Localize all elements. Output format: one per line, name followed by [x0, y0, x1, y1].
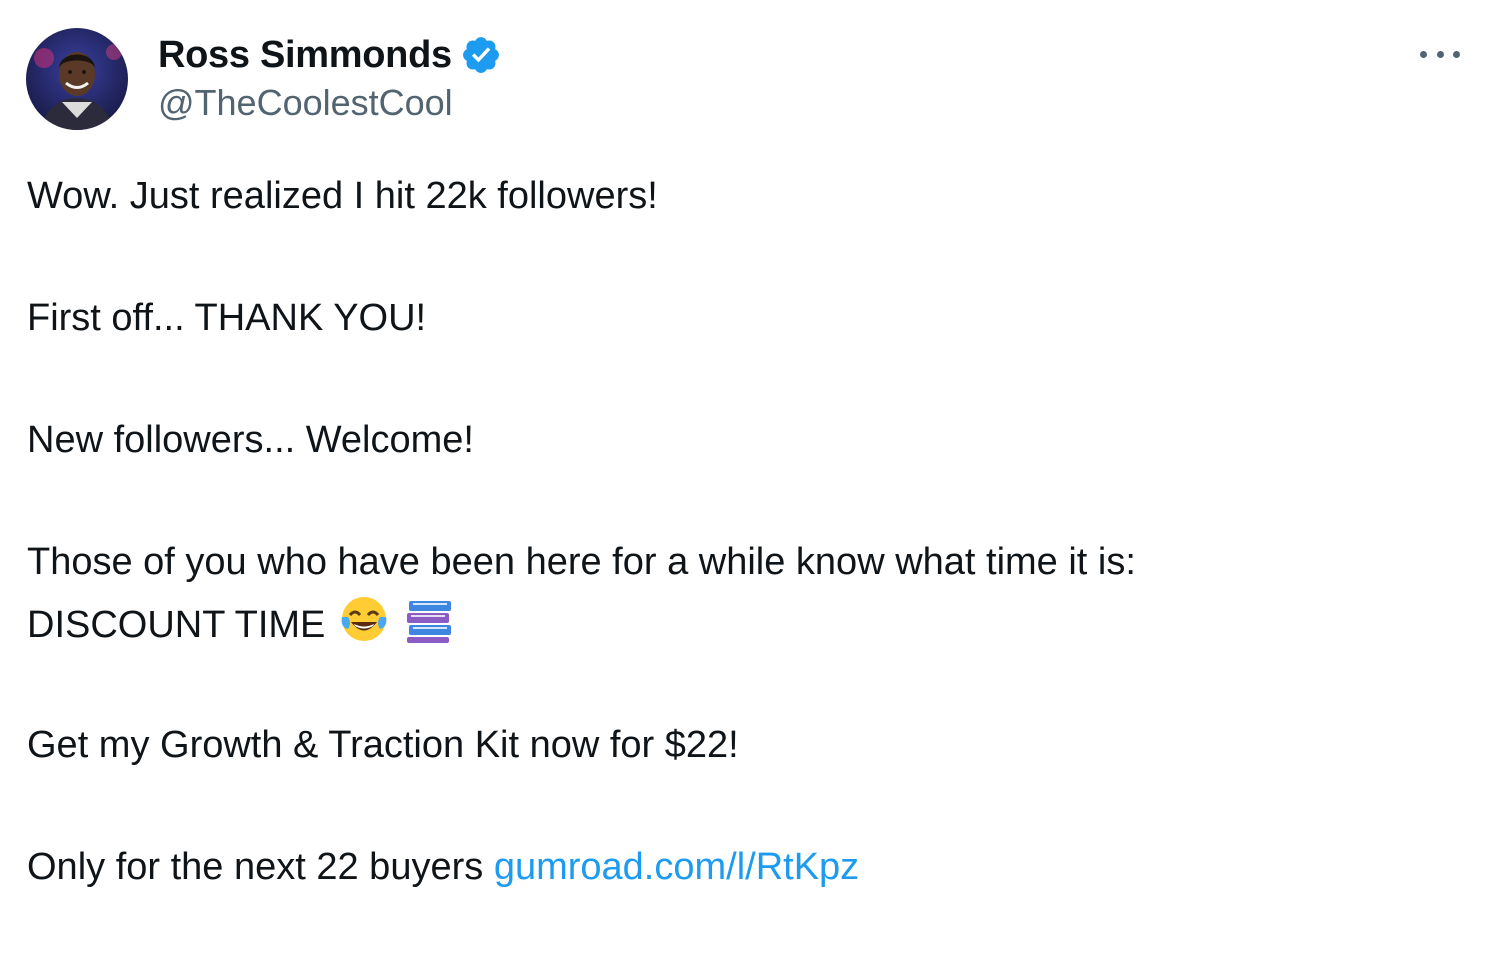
more-dot: [1453, 50, 1460, 58]
gumroad-link[interactable]: gumroad.com/l/RtKpz: [494, 846, 859, 888]
tweet-line: Wow. Just realized I hit 22k followers!: [27, 175, 658, 217]
author-handle[interactable]: @TheCoolestCool: [158, 82, 453, 124]
last-line-text: Only for the next 22 buyers: [27, 846, 484, 888]
more-dot: [1420, 50, 1427, 58]
more-dot: [1436, 50, 1444, 58]
verified-badge-icon[interactable]: [460, 34, 502, 76]
tweet-text: Wow. Just realized I hit 22k followers! …: [27, 166, 1467, 898]
author-display-name[interactable]: Ross Simmonds: [158, 34, 452, 77]
tweet-line: Get my Growth & Traction Kit now for $22…: [27, 724, 739, 766]
tweet-line: Those of you who have been here for a wh…: [27, 541, 1136, 583]
tweet-line: New followers... Welcome!: [27, 419, 474, 461]
more-options-icon[interactable]: [1420, 42, 1460, 66]
tweet-line: First off... THANK YOU!: [27, 297, 427, 339]
avatar[interactable]: [26, 28, 128, 130]
tears-of-joy-emoji-icon: [338, 593, 390, 645]
books-emoji-icon: [403, 593, 455, 645]
author-name-row[interactable]: Ross Simmonds: [158, 30, 502, 80]
tweet-line-discount: DISCOUNT TIME: [27, 593, 1467, 654]
discount-text: DISCOUNT TIME: [27, 604, 326, 646]
tweet-line-with-link: Only for the next 22 buyers gumroad.com/…: [27, 837, 1467, 898]
